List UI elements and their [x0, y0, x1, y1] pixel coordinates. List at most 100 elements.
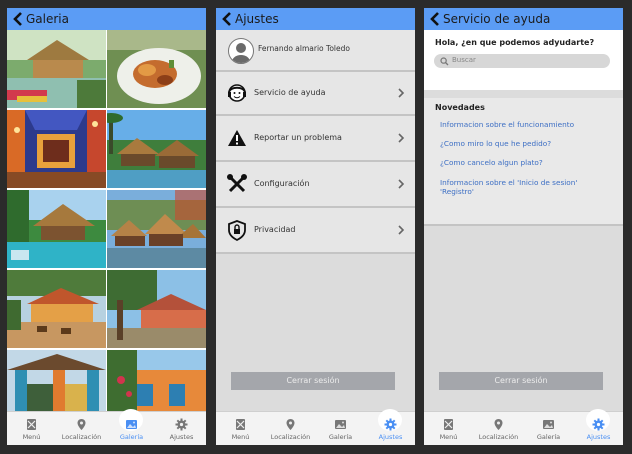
- chevron-right-icon: [398, 225, 405, 235]
- gear-icon: [175, 418, 188, 431]
- nav-menu[interactable]: Menú: [7, 412, 56, 445]
- photo-row: [7, 110, 206, 188]
- nav-settings[interactable]: Ajustes: [157, 412, 206, 445]
- photo-row: [7, 350, 206, 412]
- gear-icon: [592, 418, 605, 431]
- nav-gallery[interactable]: Galería: [107, 409, 156, 445]
- user-name: Fernando almario Toledo: [258, 44, 350, 53]
- settings-screen: Ajustes Fernando almario Toledo Servicio…: [216, 8, 415, 445]
- gallery-header: Galeria: [7, 8, 206, 30]
- photo-resort-palms[interactable]: [107, 110, 206, 188]
- gallery-screen: Galeria Menú Localización Galería Ajuste…: [7, 8, 206, 445]
- news-section: Novedades Informacion sobre el funcionam…: [424, 98, 623, 226]
- photo-grid[interactable]: [7, 30, 206, 412]
- photo-garden-building[interactable]: [107, 270, 206, 348]
- logout-button[interactable]: Cerrar sesión: [439, 372, 603, 390]
- support-agent-icon: [228, 84, 246, 102]
- nav-label: Localización: [61, 433, 102, 441]
- nav-label: Menú: [439, 433, 458, 441]
- gallery-icon: [335, 420, 346, 429]
- chevron-right-icon: [398, 88, 405, 98]
- nav-label: Localización: [478, 433, 519, 441]
- photo-food-plate[interactable]: [107, 30, 206, 108]
- help-header: Servicio de ayuda: [424, 8, 623, 30]
- back-arrow-icon[interactable]: [429, 11, 441, 27]
- settings-item-label: Privacidad: [254, 225, 296, 234]
- shield-lock-icon: [228, 220, 246, 241]
- photo-thatched-hut-pool[interactable]: [7, 30, 106, 108]
- bottom-nav: Menú Localización Galería Ajustes: [216, 409, 415, 445]
- settings-item-support[interactable]: Servicio de ayuda: [216, 72, 415, 116]
- gallery-icon: [126, 420, 137, 429]
- back-arrow-icon[interactable]: [221, 11, 233, 27]
- nav-label: Menú: [22, 433, 41, 441]
- photo-patio-tables[interactable]: [7, 270, 106, 348]
- photo-row: [7, 30, 206, 108]
- user-silhouette-icon: [232, 43, 250, 63]
- search-placeholder: Buscar: [452, 56, 476, 64]
- help-link[interactable]: ¿Como cancelo algun plato?: [440, 158, 612, 167]
- settings-item-label: Configuración: [254, 179, 310, 188]
- photo-row: [7, 270, 206, 348]
- menu-icon: [236, 419, 245, 430]
- location-pin-icon: [494, 419, 503, 430]
- nav-label: Galería: [328, 433, 353, 441]
- bottom-nav: Menú Localización Galería Ajustes: [7, 409, 206, 445]
- nav-label: Menú: [231, 433, 250, 441]
- chevron-right-icon: [398, 179, 405, 189]
- news-header: Novedades: [435, 103, 485, 112]
- nav-label: Ajustes: [378, 433, 403, 441]
- location-pin-icon: [77, 419, 86, 430]
- location-pin-icon: [286, 419, 295, 430]
- chevron-right-icon: [398, 133, 405, 143]
- page-title: Ajustes: [235, 12, 279, 26]
- avatar: [228, 38, 254, 64]
- logout-button[interactable]: Cerrar sesión: [231, 372, 395, 390]
- help-link[interactable]: ¿Como miro lo que he pedido?: [440, 139, 612, 148]
- settings-item-label: Reportar un problema: [254, 133, 342, 142]
- photo-entrance-arches[interactable]: [7, 350, 106, 412]
- settings-item-report[interactable]: Reportar un problema: [216, 116, 415, 162]
- menu-icon: [444, 419, 453, 430]
- help-link[interactable]: Informacion sobre el 'Inicio de sesion' …: [440, 178, 612, 196]
- photo-pool-gazebo[interactable]: [7, 190, 106, 268]
- search-input[interactable]: Buscar: [434, 54, 610, 68]
- settings-item-label: Servicio de ayuda: [254, 88, 326, 97]
- settings-item-configuration[interactable]: Configuración: [216, 162, 415, 208]
- photo-colorful-restaurant[interactable]: [7, 110, 106, 188]
- nav-settings[interactable]: Ajustes: [366, 409, 415, 445]
- nav-location[interactable]: Localización: [474, 412, 523, 445]
- photo-orange-house[interactable]: [107, 350, 206, 412]
- help-search-section: Hola, ¿en que podemos adyudarte? Buscar: [424, 30, 623, 90]
- nav-label: Galería: [536, 433, 561, 441]
- page-title: Servicio de ayuda: [443, 12, 551, 26]
- help-question: Hola, ¿en que podemos adyudarte?: [435, 38, 595, 47]
- page-title: Galeria: [26, 12, 69, 26]
- nav-label: Galería: [119, 433, 144, 441]
- nav-label: Localización: [270, 433, 311, 441]
- nav-menu[interactable]: Menú: [216, 412, 265, 445]
- nav-settings[interactable]: Ajustes: [574, 409, 623, 445]
- gallery-icon: [543, 420, 554, 429]
- nav-location[interactable]: Localización: [57, 412, 106, 445]
- menu-icon: [27, 419, 36, 430]
- nav-location[interactable]: Localización: [266, 412, 315, 445]
- nav-gallery[interactable]: Galería: [524, 412, 573, 445]
- photo-huts-lake[interactable]: [107, 190, 206, 268]
- help-link[interactable]: Informacion sobre el funcionamiento: [440, 120, 612, 129]
- photo-row: [7, 190, 206, 268]
- settings-header: Ajustes: [216, 8, 415, 30]
- gear-icon: [384, 418, 397, 431]
- nav-menu[interactable]: Menú: [424, 412, 473, 445]
- nav-label: Ajustes: [169, 433, 194, 441]
- nav-gallery[interactable]: Galería: [316, 412, 365, 445]
- warning-icon: [228, 130, 246, 146]
- search-icon: [440, 57, 449, 66]
- settings-item-privacy[interactable]: Privacidad: [216, 208, 415, 254]
- nav-label: Ajustes: [586, 433, 611, 441]
- profile-row[interactable]: Fernando almario Toledo: [216, 30, 415, 72]
- tools-icon: [227, 174, 247, 193]
- back-arrow-icon[interactable]: [12, 11, 24, 27]
- help-screen: Servicio de ayuda Hola, ¿en que podemos …: [424, 8, 623, 445]
- bottom-nav: Menú Localización Galería Ajustes: [424, 409, 623, 445]
